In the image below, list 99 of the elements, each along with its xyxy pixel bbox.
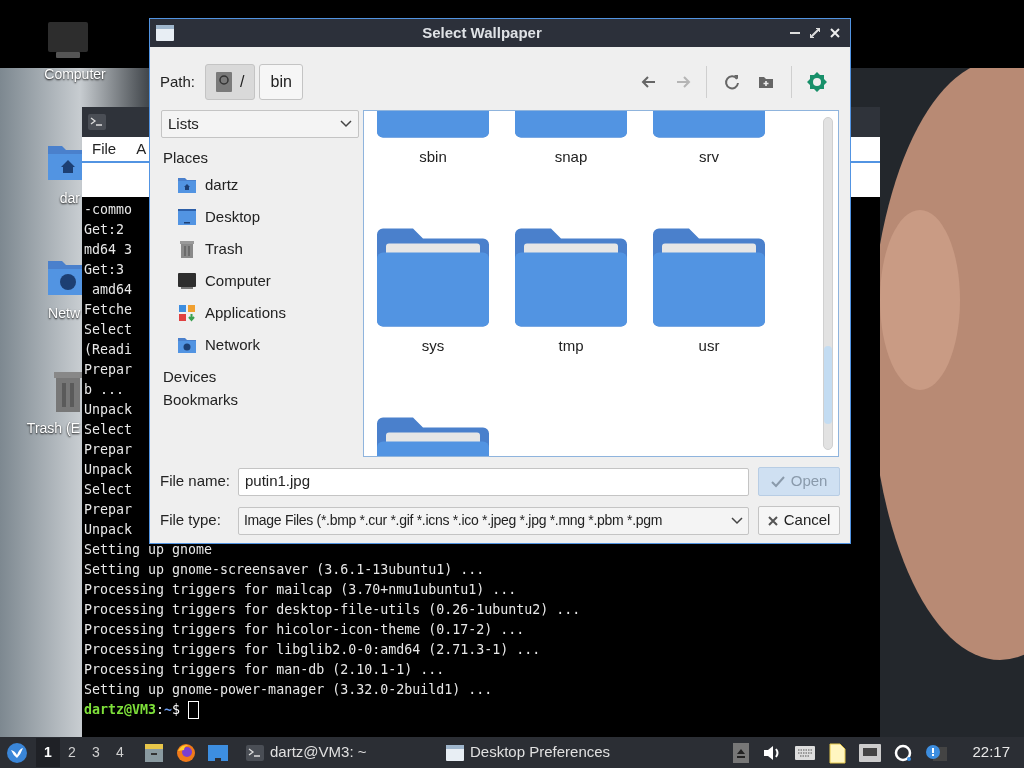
section-heading[interactable]: Bookmarks (161, 388, 359, 411)
folder-item[interactable]: srv (653, 111, 765, 226)
browser-icon[interactable] (176, 742, 196, 763)
terminal-line: b ... (84, 381, 125, 399)
keyboard-icon[interactable] (795, 745, 816, 760)
eject-icon[interactable] (733, 742, 750, 763)
window-icon (446, 744, 464, 761)
terminal-line: Prepar (84, 501, 133, 519)
window-icon (156, 25, 174, 41)
applications-icon (177, 303, 197, 323)
place-item[interactable]: Trash (161, 233, 359, 265)
note-icon[interactable] (828, 741, 847, 764)
terminal-line: Fetche (84, 301, 133, 319)
menu-item[interactable]: A (136, 137, 147, 161)
text-cursor (188, 701, 200, 719)
computer-icon (46, 20, 90, 60)
workspace-button[interactable]: 4 (108, 738, 132, 767)
prompt-path: ~ (164, 701, 173, 719)
place-item[interactable]: Network (161, 329, 359, 361)
task-button[interactable]: dartz@VM3: ~ (242, 738, 442, 767)
file-type-label: File type: (160, 510, 222, 531)
terminal-line: (Readi (84, 341, 133, 359)
task-button[interactable]: Desktop Preferences (442, 738, 617, 767)
computer-icon (177, 271, 197, 291)
maximize-icon[interactable] (810, 28, 820, 38)
section-heading[interactable]: Places (161, 146, 359, 169)
file-type-dropdown[interactable]: Image Files (*.bmp *.cur *.gif *.icns *.ico *.jpeg *.jpg *.mng *.pbm *.pgm (237, 506, 750, 535)
folder-item[interactable]: sbin (377, 111, 489, 226)
check-icon (770, 475, 785, 488)
trash-icon (177, 239, 197, 259)
terminal-line: Setting up gnome-power-manager (3.32.0-2build1) ... (84, 681, 493, 699)
close-icon (767, 515, 778, 526)
prompt-symbol: $ (172, 701, 181, 719)
window-icon[interactable] (208, 744, 228, 761)
reload-icon[interactable] (723, 73, 741, 91)
update-icon[interactable] (894, 743, 913, 762)
place-item[interactable]: Desktop (161, 201, 359, 233)
file-name-label: File name: (160, 471, 229, 492)
chevron-down-icon (731, 516, 744, 525)
path-label: Path: (160, 71, 196, 92)
chevron-down-icon (340, 120, 352, 128)
terminal-line: Prepar (84, 361, 133, 379)
clock[interactable]: 22:17 (972, 741, 1010, 764)
workspace-button[interactable]: 3 (84, 738, 108, 767)
terminal-icon (246, 744, 264, 761)
view-mode-dropdown[interactable]: Lists (161, 110, 359, 138)
folder-icon (653, 226, 765, 327)
close-icon[interactable] (830, 28, 840, 38)
window-title: Select Wallpaper (421, 22, 543, 43)
terminal-line: Select (84, 421, 133, 439)
terminal-line: Select (84, 321, 133, 339)
folder-item[interactable]: usr (653, 226, 765, 415)
section-heading[interactable]: Devices (161, 365, 359, 388)
terminal-line: Unpack (84, 401, 133, 419)
folder-item[interactable]: snap (515, 111, 627, 226)
path-button[interactable]: / (205, 64, 256, 100)
terminal-line: Setting up gnome-screensaver (3.6.1-13ubuntu1) ... (84, 561, 485, 579)
terminal-line: amd64 (91, 281, 133, 299)
settings-icon[interactable] (806, 71, 828, 93)
terminal-line: Get:3 (84, 261, 125, 279)
start-menu-icon[interactable] (6, 741, 28, 764)
home-folder-icon (177, 175, 197, 195)
drive-icon (216, 72, 233, 92)
path-button[interactable]: bin (259, 64, 303, 100)
prompt-colon: : (156, 701, 165, 719)
file-cabinet-icon[interactable] (144, 742, 164, 763)
desktop-icon (177, 207, 197, 227)
folder-item[interactable]: sys (377, 226, 489, 415)
network-icon[interactable] (859, 743, 882, 762)
terminal-line: md64 3 (84, 241, 133, 259)
terminal-line: Prepar (84, 441, 133, 459)
terminal-line: -commo (84, 201, 133, 219)
terminal-line: Processing triggers for hicolor-icon-theme (0.17-2) ... (84, 621, 525, 639)
terminal-line: Get:2 (84, 221, 125, 239)
prompt-user: dartz@VM3 (84, 701, 157, 719)
folder-icon (515, 226, 627, 327)
place-item[interactable]: Computer (161, 265, 359, 297)
cancel-button[interactable]: Cancel (758, 506, 840, 535)
menu-item[interactable]: File (92, 137, 117, 161)
terminal-line: Processing triggers for man-db (2.10.1-1) ... (84, 661, 445, 679)
workspace-button[interactable]: 1 (36, 738, 60, 767)
workspace-button[interactable]: 2 (60, 738, 84, 767)
terminal-line: Setting up gnome (84, 541, 213, 559)
terminal-line: Processing triggers for libglib2.0-0:amd64 (2.71.3-1) ... (84, 641, 541, 659)
network-folder-icon (177, 335, 197, 355)
scrollbar[interactable] (823, 117, 833, 450)
folder-icon (377, 226, 489, 327)
terminal-line: Processing triggers for desktop-file-utils (0.26-1ubuntu2) ... (84, 601, 581, 619)
place-item[interactable]: Applications (161, 297, 359, 329)
scrollbar-thumb[interactable] (824, 346, 832, 424)
info-icon[interactable] (925, 743, 948, 762)
terminal-line: Unpack (84, 461, 133, 479)
terminal-line: Select (84, 481, 133, 499)
terminal-line: Unpack (84, 521, 133, 539)
terminal-line: Processing triggers for mailcap (3.70+nmu1ubuntu1) ... (84, 581, 517, 599)
terminal-icon (88, 114, 106, 130)
place-item[interactable]: dartz (161, 169, 359, 201)
folder-item[interactable]: tmp (515, 226, 627, 415)
file-name-field[interactable]: putin1.jpg (238, 467, 750, 496)
